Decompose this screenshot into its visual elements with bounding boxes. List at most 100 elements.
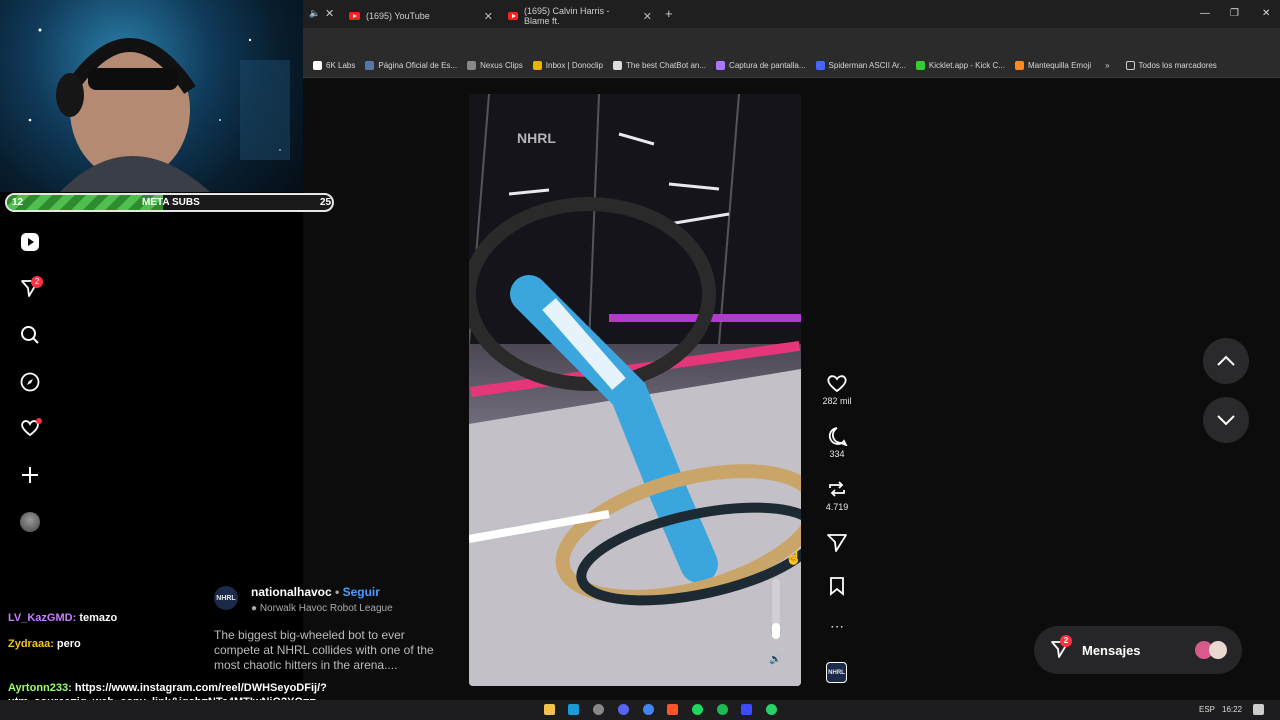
tab-close-icon[interactable]: ✕ [643, 10, 652, 23]
save-button[interactable] [820, 576, 854, 599]
tab-title: (1695) YouTube [366, 11, 430, 21]
next-reel-button[interactable] [1203, 397, 1249, 443]
explore-icon[interactable] [18, 370, 42, 394]
reposts-count: 4.719 [825, 502, 849, 512]
bookmark-icon [915, 61, 925, 70]
meta-subs-label: META SUBS [142, 197, 200, 208]
notifications-heart-icon[interactable] [18, 416, 42, 440]
follow-button[interactable]: Seguir [343, 585, 380, 599]
author-username-row: nationalhavoc • Seguir [251, 585, 380, 599]
search-icon[interactable] [18, 323, 42, 347]
clock[interactable]: 16:22 [1222, 705, 1242, 714]
comments-count: 334 [829, 449, 845, 459]
restore-button[interactable]: ❐ [1230, 8, 1239, 19]
spotify-icon[interactable] [717, 704, 728, 715]
bookmark-item[interactable]: Kicklet.app - Kick C... [915, 61, 1005, 70]
author-avatar[interactable]: NHRL [214, 586, 238, 610]
streamer-webcam [0, 0, 303, 192]
whatsapp-icon[interactable] [766, 704, 777, 715]
profile-avatar[interactable] [18, 510, 42, 534]
bookmark-icon [716, 61, 726, 70]
repost-icon [829, 481, 845, 497]
reel-video[interactable]: NHRL 🔊 ☝ [469, 94, 801, 686]
discord-icon[interactable] [618, 704, 629, 715]
window-close-button[interactable]: ✕ [1262, 8, 1270, 19]
chat-message: Zydraaa: pero [8, 638, 81, 650]
like-button[interactable]: 282 mil [820, 373, 854, 406]
bookmark-icon [313, 61, 322, 70]
folder-icon [1125, 61, 1135, 70]
bookmark-item[interactable]: Inbox | Donoclip [532, 61, 603, 70]
dm-badge: 2 [31, 276, 43, 288]
all-bookmarks-folder[interactable]: Todos los marcadores [1125, 61, 1217, 70]
meta-subs-goal: 25 [320, 197, 332, 208]
speaker-icon[interactable]: 🔈 [309, 8, 320, 19]
app-icon[interactable] [692, 704, 703, 715]
bookmark-icon [613, 61, 622, 70]
chrome-icon[interactable] [643, 704, 654, 715]
file-explorer-icon[interactable] [544, 704, 555, 715]
new-tab-button[interactable]: + [665, 6, 673, 21]
notifications-icon[interactable] [1253, 704, 1264, 715]
minimize-button[interactable]: — [1200, 8, 1210, 19]
tab-calvin-harris[interactable]: (1695) Calvin Harris - Blame ft. ✕ [502, 4, 660, 28]
heart-icon [827, 375, 847, 393]
share-button[interactable] [820, 533, 854, 556]
post-location[interactable]: ● Norwalk Havoc Robot League [251, 603, 393, 614]
chat-message: LV_KazGMD: temazo [8, 612, 117, 624]
close-icon[interactable]: ✕ [325, 7, 334, 20]
more-bookmarks-icon[interactable]: » [1105, 61, 1109, 70]
reels-icon[interactable] [18, 230, 42, 254]
youtube-icon [508, 12, 519, 20]
post-caption[interactable]: The biggest big-wheeled bot to ever comp… [214, 628, 439, 673]
app-icon[interactable] [741, 704, 752, 715]
volume-slider-fill [772, 623, 780, 639]
repost-button[interactable]: 4.719 [820, 479, 854, 512]
share-icon [827, 534, 847, 552]
volume-slider[interactable] [772, 579, 780, 639]
bookmark-item[interactable]: 6K Labs [313, 61, 355, 70]
bookmark-icon [365, 61, 375, 70]
video-frame [469, 94, 801, 686]
brave-icon[interactable] [667, 704, 678, 715]
address-bar-row: ☆ ⋮ [303, 28, 1280, 75]
cursor-hand-icon: ☝ [785, 549, 801, 565]
chat-text: temazo [79, 612, 118, 624]
direct-icon: 2 [1050, 634, 1072, 662]
tab-close-icon[interactable]: ✕ [484, 10, 493, 23]
chat-text: pero [56, 638, 81, 650]
chevron-down-icon [1217, 415, 1235, 426]
bookmark-item[interactable]: The best ChatBot an... [613, 61, 706, 70]
more-options-icon[interactable]: ⋯ [820, 618, 854, 635]
video-watermark: NHRL [517, 130, 556, 146]
messages-button[interactable]: 2 Mensajes [1034, 626, 1242, 674]
comment-icon [828, 427, 848, 446]
meta-subs-progress [7, 195, 163, 210]
volume-icon[interactable]: 🔊 [769, 654, 781, 665]
messages-badge: 2 [1060, 634, 1072, 647]
likes-count: 282 mil [822, 396, 852, 406]
chat-username: LV_KazGMD: [8, 612, 77, 624]
author-username[interactable]: nationalhavoc [251, 585, 332, 599]
bookmark-item[interactable]: Mantequilla Emoji [1014, 61, 1091, 70]
app-icon[interactable] [593, 704, 604, 715]
bookmark-icon [815, 61, 825, 70]
youtube-icon [349, 12, 360, 20]
previous-reel-button[interactable] [1203, 338, 1249, 384]
comment-button[interactable]: 334 [820, 426, 854, 459]
windows-taskbar: ESP 16:22 [0, 700, 1280, 720]
create-plus-icon[interactable] [18, 463, 42, 487]
bookmark-item[interactable]: Spiderman ASCII Ar... [815, 61, 906, 70]
audio-thumbnail[interactable]: NHRL [826, 662, 847, 683]
chevron-up-icon [1217, 355, 1235, 366]
chat-username: Zydraaa: [8, 638, 54, 650]
avatar [1208, 641, 1227, 659]
steam-icon[interactable] [568, 704, 579, 715]
bookmark-item[interactable]: Nexus Clips [467, 61, 523, 70]
bookmark-item[interactable]: Página Oficial de Es... [365, 61, 457, 70]
direct-messages-icon[interactable]: 2 [18, 276, 43, 300]
bookmark-icon [1014, 61, 1024, 70]
language-indicator[interactable]: ESP [1199, 705, 1215, 714]
bookmark-item[interactable]: Captura de pantalla... [716, 61, 806, 70]
tab-youtube[interactable]: (1695) YouTube ✕ [343, 4, 501, 28]
